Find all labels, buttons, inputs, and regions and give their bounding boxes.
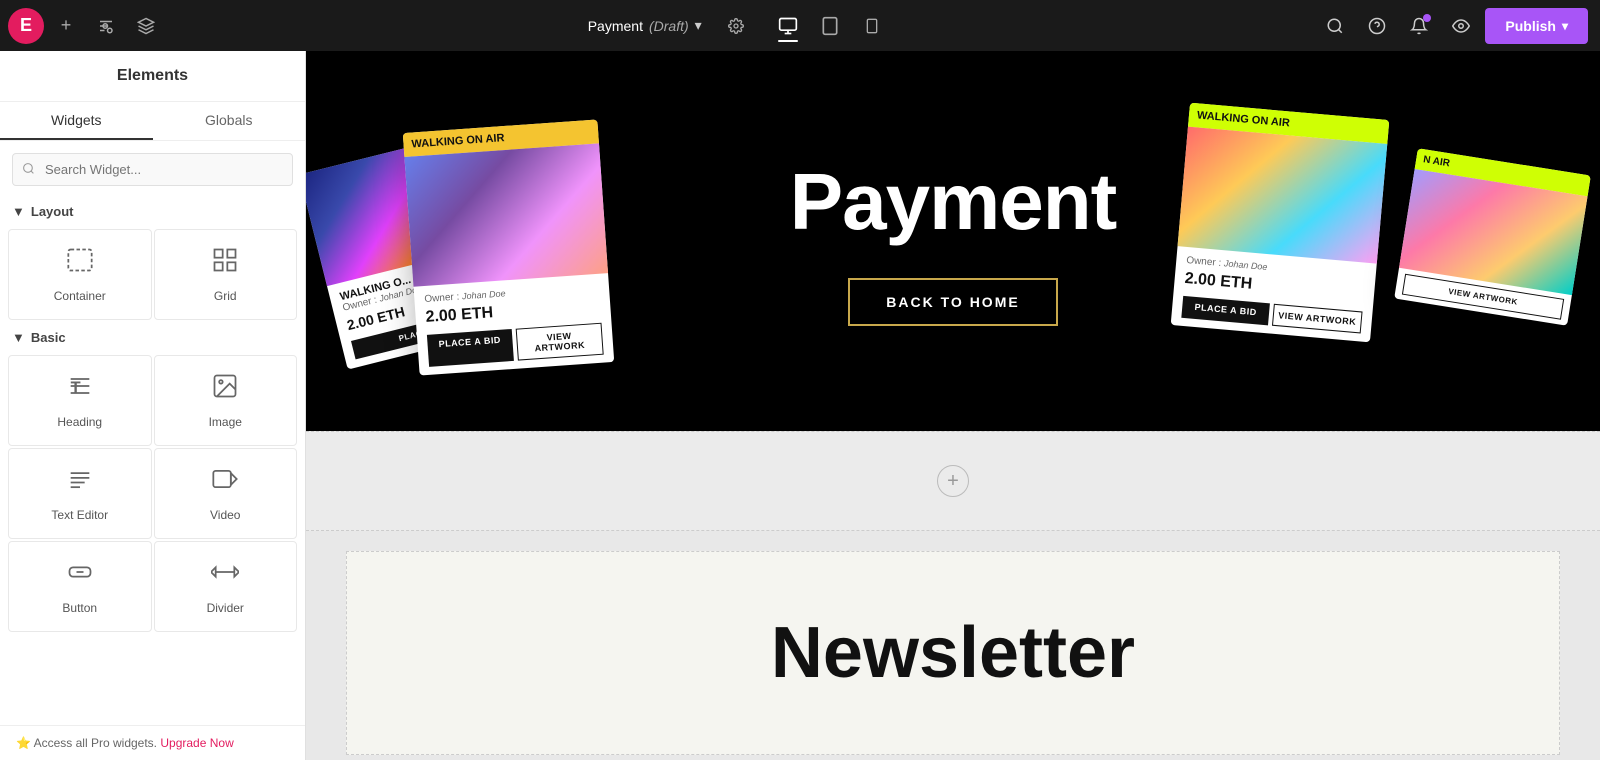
text-editor-icon: [66, 465, 94, 500]
sidebar-scroll: ▼ Layout Container Grid: [0, 198, 305, 725]
divider-label: Divider: [207, 601, 244, 615]
widget-video[interactable]: Video: [154, 448, 298, 539]
grid-label: Grid: [214, 289, 237, 303]
publish-label: Publish: [1505, 18, 1556, 34]
help-button[interactable]: [1359, 8, 1395, 44]
main-layout: Elements Widgets Globals ▼ Layout: [0, 51, 1600, 760]
page-settings-button[interactable]: [720, 10, 752, 42]
notifications-button[interactable]: [1401, 8, 1437, 44]
add-element-button[interactable]: +: [48, 8, 84, 44]
nft-card-3: WALKING ON AIR Owner : Johan Doe 2.00 ET…: [1171, 103, 1390, 343]
container-label: Container: [54, 289, 106, 303]
star-icon: ⭐: [16, 736, 31, 750]
basic-label: Basic: [31, 330, 66, 345]
page-title: Payment: [588, 18, 643, 34]
arrow-icon: ▼: [12, 204, 25, 219]
widget-divider[interactable]: Divider: [154, 541, 298, 632]
layout-label: Layout: [31, 204, 74, 219]
desktop-view-button[interactable]: [768, 6, 808, 46]
topbar-left: E +: [0, 8, 172, 44]
image-label: Image: [209, 415, 242, 429]
sidebar: Elements Widgets Globals ▼ Layout: [0, 51, 306, 760]
widget-heading[interactable]: T Heading: [8, 355, 152, 446]
footer-text: Access all Pro widgets.: [34, 736, 157, 750]
search-box: [12, 153, 293, 186]
widget-button[interactable]: Button: [8, 541, 152, 632]
tab-globals[interactable]: Globals: [153, 102, 306, 140]
publish-chevron-icon: ▾: [1562, 19, 1568, 33]
notification-dot: [1423, 14, 1431, 22]
nft-card-4: N AIR VIEW ARTWORK: [1394, 148, 1591, 326]
topbar-right: Publish ▾: [1305, 8, 1600, 44]
page-status: (Draft): [649, 18, 689, 34]
widget-container[interactable]: Container: [8, 229, 152, 320]
upgrade-link[interactable]: Upgrade Now: [160, 736, 233, 750]
button-icon: [66, 558, 94, 593]
page-title-dropdown[interactable]: Payment (Draft) ▾: [578, 13, 712, 38]
canvas: WALKING O... Owner : Johan Doe 2.00 ETH …: [306, 51, 1600, 760]
heading-label: Heading: [57, 415, 102, 429]
widget-image[interactable]: Image: [154, 355, 298, 446]
search-button[interactable]: [1317, 8, 1353, 44]
search-input[interactable]: [12, 153, 293, 186]
topbar: E + Payment (Draft) ▾: [0, 0, 1600, 51]
mobile-view-button[interactable]: [852, 6, 892, 46]
chevron-down-icon: ▾: [695, 17, 702, 34]
video-icon: [211, 465, 239, 500]
customize-icon[interactable]: [88, 8, 124, 44]
newsletter-section: Newsletter: [346, 551, 1560, 755]
preview-button[interactable]: [1443, 8, 1479, 44]
hero-section: WALKING O... Owner : Johan Doe 2.00 ETH …: [306, 51, 1600, 431]
video-label: Video: [210, 508, 240, 522]
elementor-logo[interactable]: E: [8, 8, 44, 44]
hero-title: Payment: [790, 156, 1116, 248]
svg-text:T: T: [70, 379, 80, 397]
heading-icon: T: [66, 372, 94, 407]
basic-arrow-icon: ▼: [12, 330, 25, 345]
add-section-area[interactable]: +: [306, 431, 1600, 531]
widget-grid[interactable]: Grid: [154, 229, 298, 320]
tab-widgets[interactable]: Widgets: [0, 102, 153, 140]
widget-text-editor[interactable]: Text Editor: [8, 448, 152, 539]
divider-icon: [211, 558, 239, 593]
basic-widgets-grid: T Heading Image Text Editor: [0, 351, 305, 636]
tablet-view-button[interactable]: [810, 6, 850, 46]
sidebar-footer: ⭐ Access all Pro widgets. Upgrade Now: [0, 725, 305, 760]
hero-content: Payment BACK TO HOME: [750, 116, 1156, 366]
canvas-scroll[interactable]: WALKING O... Owner : Johan Doe 2.00 ETH …: [306, 51, 1600, 760]
basic-section-title[interactable]: ▼ Basic: [0, 324, 305, 351]
button-label: Button: [62, 601, 97, 615]
layers-icon[interactable]: [128, 8, 164, 44]
search-icon: [22, 162, 35, 178]
sidebar-tabs: Widgets Globals: [0, 102, 305, 141]
publish-button[interactable]: Publish ▾: [1485, 8, 1588, 44]
nft-card-2: WALKING ON AIR Owner : Johan Doe 2.00 ET…: [403, 119, 614, 375]
text-editor-label: Text Editor: [51, 508, 108, 522]
add-section-plus-button[interactable]: +: [937, 465, 969, 497]
topbar-center: Payment (Draft) ▾: [172, 6, 1305, 46]
image-icon: [211, 372, 239, 407]
container-icon: [66, 246, 94, 281]
grid-icon: [211, 246, 239, 281]
back-to-home-button[interactable]: BACK TO HOME: [848, 278, 1057, 326]
layout-section-title[interactable]: ▼ Layout: [0, 198, 305, 225]
sidebar-title: Elements: [0, 51, 305, 102]
newsletter-title: Newsletter: [771, 612, 1135, 694]
view-mode-buttons: [768, 6, 892, 46]
layout-widgets-grid: Container Grid: [0, 225, 305, 324]
